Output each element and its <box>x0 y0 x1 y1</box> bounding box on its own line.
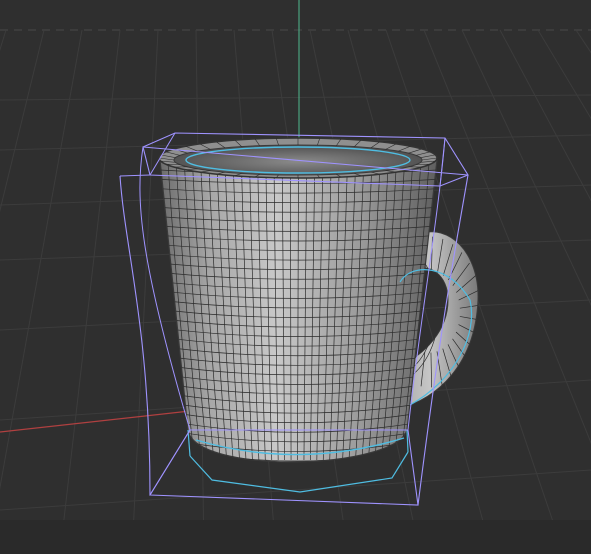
x-axis-line <box>0 410 191 433</box>
viewport-bottom-strip <box>0 520 591 554</box>
cage-left-front-edge <box>119 175 151 496</box>
mug-rim[interactable] <box>158 137 438 179</box>
mug-body[interactable] <box>159 157 438 463</box>
3d-viewport[interactable] <box>0 0 591 554</box>
